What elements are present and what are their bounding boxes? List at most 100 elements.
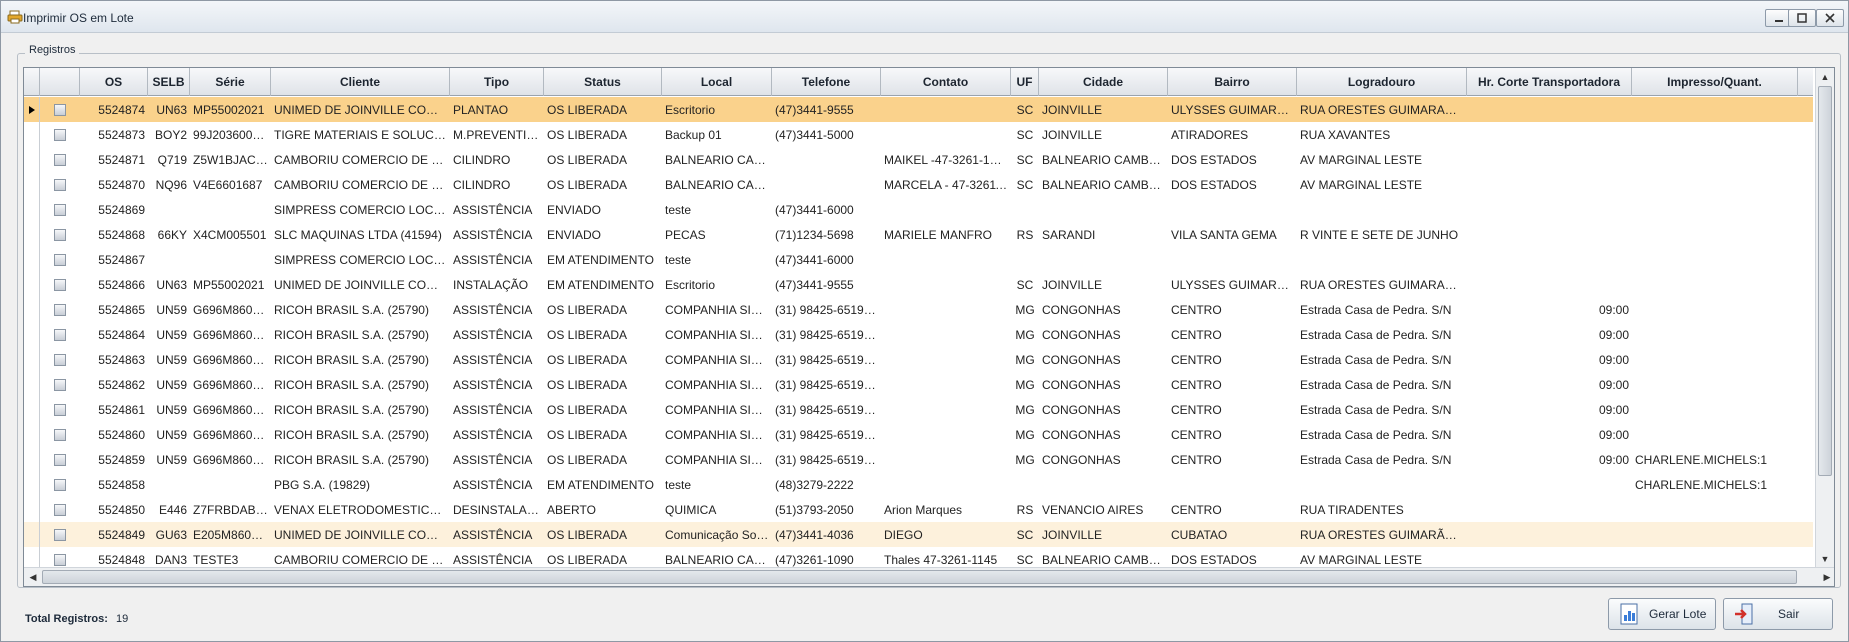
cell-contato[interactable] xyxy=(881,247,1011,272)
cell-local[interactable]: COMPANHIA SIDERURGICA xyxy=(662,347,772,372)
records-grid[interactable]: OS SELB Série Cliente Tipo Status Local Telefon… xyxy=(23,67,1835,587)
cell-contato[interactable] xyxy=(881,347,1011,372)
cell-impresso[interactable] xyxy=(1632,347,1798,372)
cell-status[interactable]: OS LIBERADA xyxy=(544,297,662,322)
cell-status[interactable]: OS LIBERADA xyxy=(544,322,662,347)
cell-status[interactable]: OS LIBERADA xyxy=(544,372,662,397)
cell-impresso[interactable] xyxy=(1632,197,1798,222)
cell-bairro[interactable]: CENTRO xyxy=(1168,447,1297,472)
row-header[interactable] xyxy=(24,372,40,397)
cell-cidade[interactable]: CONGONHAS xyxy=(1039,372,1168,397)
cell-cidade[interactable]: CONGONHAS xyxy=(1039,297,1168,322)
cell-uf[interactable]: SC xyxy=(1011,172,1039,197)
row-checkbox[interactable] xyxy=(54,353,66,366)
row-checkbox[interactable] xyxy=(54,153,66,166)
cell-local[interactable]: COMPANHIA SIDERURGICA xyxy=(662,322,772,347)
cell-uf[interactable]: MG xyxy=(1011,347,1039,372)
cell-bairro[interactable]: VILA SANTA GEMA xyxy=(1168,222,1297,247)
cell-contato[interactable] xyxy=(881,122,1011,147)
cell-cidade[interactable]: VENANCIO AIRES xyxy=(1039,497,1168,522)
cell-cliente[interactable]: UNIMED DE JOINVILLE COOPERATIVA xyxy=(271,272,450,297)
cell-cliente[interactable]: SIMPRESS COMERCIO LOCACAO xyxy=(271,197,450,222)
cell-local[interactable]: Backup 01 xyxy=(662,122,772,147)
row-header[interactable] xyxy=(24,297,40,322)
cell-contato[interactable] xyxy=(881,372,1011,397)
cell-hr-corte[interactable] xyxy=(1467,222,1632,247)
cell-uf[interactable]: SC xyxy=(1011,147,1039,172)
cell-local[interactable]: COMPANHIA SIDERURGICA xyxy=(662,297,772,322)
row-checkbox[interactable] xyxy=(54,228,66,241)
cell-serie[interactable]: MP55002021 xyxy=(190,272,271,297)
header-select-column[interactable] xyxy=(40,68,80,96)
table-row[interactable]: 5524858 PBG S.A. (19829) ASSISTÊNCIA EM ATE… xyxy=(24,472,1813,497)
cell-status[interactable]: OS LIBERADA xyxy=(544,397,662,422)
cell-logradouro[interactable]: Estrada Casa de Pedra. S/N xyxy=(1297,422,1467,447)
cell-os[interactable]: 5524849 xyxy=(80,522,148,547)
cell-os[interactable]: 5524874 xyxy=(80,97,148,122)
cell-logradouro[interactable]: AV MARGINAL LESTE xyxy=(1297,147,1467,172)
horizontal-scroll-thumb[interactable] xyxy=(42,570,1797,584)
cell-local[interactable]: BALNEARIO CAMBORIU xyxy=(662,172,772,197)
cell-serie[interactable]: G696M860690 xyxy=(190,372,271,397)
column-header-bairro[interactable]: Bairro xyxy=(1168,68,1297,96)
cell-serie[interactable] xyxy=(190,197,271,222)
row-checkbox[interactable] xyxy=(54,428,66,441)
scroll-right-icon[interactable]: ▶ xyxy=(1820,570,1834,584)
cell-contato[interactable] xyxy=(881,97,1011,122)
cell-cliente[interactable]: CAMBORIU COMERCIO DE VEICULOS xyxy=(271,147,450,172)
row-checkbox[interactable] xyxy=(54,203,66,216)
cell-os[interactable]: 5524860 xyxy=(80,422,148,447)
cell-tipo[interactable]: INSTALAÇÃO xyxy=(450,272,544,297)
cell-telefone[interactable]: (31) 98425-6519 / 3... xyxy=(772,322,881,347)
row-checkbox[interactable] xyxy=(54,403,66,416)
cell-telefone[interactable]: (47)3441-6000 xyxy=(772,247,881,272)
table-row[interactable]: 5524863 UN59 G696M860690 RICOH BRASIL S.A. … xyxy=(24,347,1813,372)
cell-uf[interactable]: SC xyxy=(1011,122,1039,147)
cell-uf[interactable]: MG xyxy=(1011,447,1039,472)
cell-serie[interactable]: Z5W1BJAC3... xyxy=(190,147,271,172)
cell-status[interactable]: OS LIBERADA xyxy=(544,97,662,122)
cell-selb[interactable]: GU63 xyxy=(148,522,190,547)
cell-bairro[interactable]: CENTRO xyxy=(1168,397,1297,422)
cell-selb[interactable]: Q719 xyxy=(148,147,190,172)
row-header[interactable] xyxy=(24,497,40,522)
cell-status[interactable]: ENVIADO xyxy=(544,222,662,247)
cell-cidade[interactable] xyxy=(1039,197,1168,222)
cell-tipo[interactable]: ASSISTÊNCIA xyxy=(450,322,544,347)
cell-selb[interactable]: UN63 xyxy=(148,272,190,297)
table-row[interactable]: 5524849 GU63 E205M860433 UNIMED DE JOINVILL… xyxy=(24,522,1813,547)
horizontal-scrollbar[interactable]: ◀ ▶ xyxy=(24,567,1834,586)
cell-cliente[interactable]: SIMPRESS COMERCIO LOCACAO xyxy=(271,247,450,272)
cell-local[interactable]: BALNEARIO CAMBORIU xyxy=(662,147,772,172)
cell-hr-corte[interactable] xyxy=(1467,522,1632,547)
cell-hr-corte[interactable] xyxy=(1467,472,1632,497)
cell-cliente[interactable]: RICOH BRASIL S.A. (25790) xyxy=(271,397,450,422)
cell-telefone[interactable]: (31) 98425-6519 / 3... xyxy=(772,422,881,447)
cell-local[interactable]: PECAS xyxy=(662,222,772,247)
cell-cidade[interactable]: BALNEARIO CAMBORIU xyxy=(1039,172,1168,197)
cell-hr-corte[interactable] xyxy=(1467,197,1632,222)
cell-cliente[interactable]: RICOH BRASIL S.A. (25790) xyxy=(271,422,450,447)
cell-os[interactable]: 5524870 xyxy=(80,172,148,197)
cell-logradouro[interactable]: RUA XAVANTES xyxy=(1297,122,1467,147)
cell-contato[interactable]: DIEGO xyxy=(881,522,1011,547)
table-row[interactable]: 5524867 SIMPRESS COMERCIO LOCACAO ASSISTÊN… xyxy=(24,247,1813,272)
row-checkbox[interactable] xyxy=(54,178,66,191)
cell-status[interactable]: OS LIBERADA xyxy=(544,172,662,197)
cell-cliente[interactable]: RICOH BRASIL S.A. (25790) xyxy=(271,322,450,347)
cell-cidade[interactable] xyxy=(1039,472,1168,497)
cell-local[interactable]: teste xyxy=(662,247,772,272)
cell-impresso[interactable] xyxy=(1632,247,1798,272)
cell-local[interactable]: COMPANHIA SIDERURGICA xyxy=(662,422,772,447)
cell-bairro[interactable]: CENTRO xyxy=(1168,372,1297,397)
cell-serie[interactable]: G696M860690 xyxy=(190,297,271,322)
cell-selb[interactable]: UN59 xyxy=(148,372,190,397)
cell-cidade[interactable]: BALNEARIO CAMBORIU xyxy=(1039,147,1168,172)
cell-telefone[interactable]: (47)3441-6000 xyxy=(772,197,881,222)
row-checkbox[interactable] xyxy=(54,253,66,266)
row-header[interactable] xyxy=(24,347,40,372)
cell-os[interactable]: 5524859 xyxy=(80,447,148,472)
cell-logradouro[interactable]: Estrada Casa de Pedra. S/N xyxy=(1297,322,1467,347)
cell-selb[interactable]: UN59 xyxy=(148,297,190,322)
row-checkbox[interactable] xyxy=(54,453,66,466)
